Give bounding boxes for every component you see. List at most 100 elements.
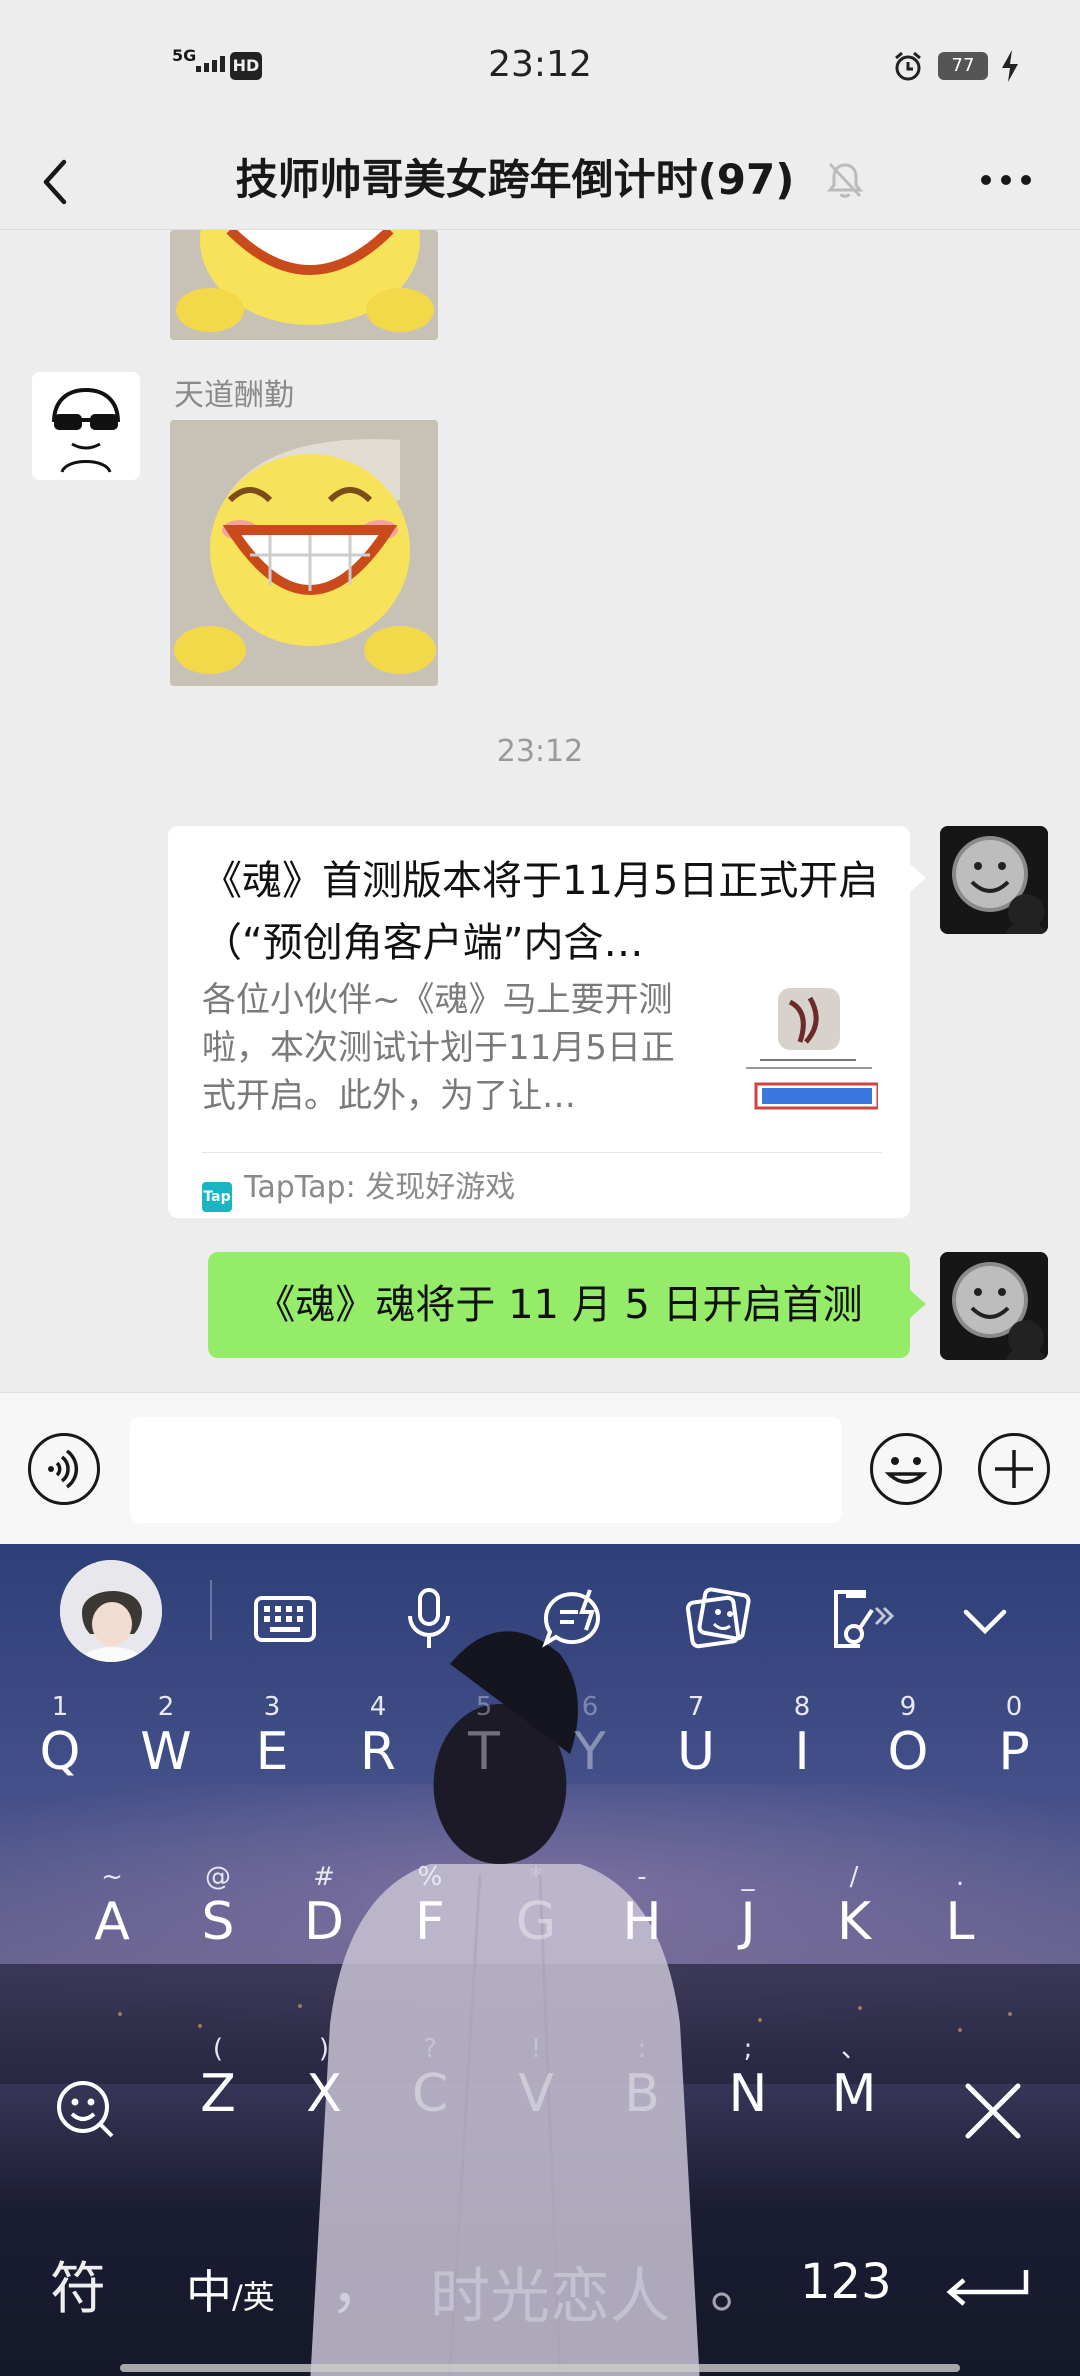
key-label: U bbox=[676, 1722, 716, 1782]
key-hint: _ bbox=[741, 1862, 755, 1892]
key-n[interactable]: ; N bbox=[698, 2034, 798, 2124]
clipboard-icon[interactable] bbox=[826, 1584, 896, 1654]
language-switch-key[interactable]: 中/英 bbox=[186, 2256, 275, 2322]
key-c[interactable]: ? C bbox=[380, 2034, 480, 2124]
key-label: E bbox=[255, 1722, 289, 1782]
link-card-thumb-label: 魂 bbox=[796, 996, 797, 997]
link-card-message[interactable]: 《魂》首测版本将于11月5日正式开启（“预创角客户端”内含… 各位小伙伴~《魂》… bbox=[168, 826, 926, 1218]
key-label: A bbox=[94, 1892, 130, 1952]
delete-key-icon[interactable] bbox=[958, 2076, 1028, 2146]
period-key[interactable]: 。 bbox=[710, 2238, 770, 2325]
key-hint: @ bbox=[205, 1862, 231, 1892]
input-bar bbox=[0, 1392, 1080, 1544]
smart-reply-icon[interactable] bbox=[538, 1584, 608, 1654]
enter-key-icon[interactable] bbox=[940, 2256, 1036, 2316]
key-label: Z bbox=[200, 2064, 236, 2124]
key-i[interactable]: 8I bbox=[752, 1692, 852, 1782]
key-b[interactable]: :B bbox=[592, 2034, 692, 2124]
key-label: W bbox=[140, 1722, 192, 1782]
chevron-down-icon[interactable] bbox=[950, 1584, 1020, 1654]
key-k[interactable]: / K bbox=[804, 1862, 904, 1952]
microphone-icon[interactable] bbox=[394, 1584, 464, 1654]
key-hint: ) bbox=[318, 2034, 330, 2064]
key-hint: . bbox=[955, 1862, 965, 1892]
key-q[interactable]: 1Q bbox=[10, 1692, 110, 1782]
key-label: O bbox=[887, 1722, 929, 1782]
key-g[interactable]: * G bbox=[486, 1862, 586, 1952]
chat-title: 技师帅哥美女跨年倒计时(97) bbox=[235, 155, 795, 204]
outgoing-text-message[interactable]: 《魂》魂将于 11 月 5 日开启首测 bbox=[208, 1252, 926, 1358]
sticker-message[interactable] bbox=[170, 420, 438, 686]
space-key[interactable]: 时光恋人 bbox=[410, 2248, 690, 2335]
my-avatar[interactable] bbox=[940, 826, 1048, 934]
my-avatar-2[interactable] bbox=[940, 1252, 1048, 1360]
number-key[interactable]: 123 bbox=[800, 2254, 892, 2310]
key-a[interactable]: ~ A bbox=[62, 1862, 162, 1952]
link-card-source-text: TapTap: 发现好游戏 bbox=[244, 1170, 516, 1205]
key-label: Y bbox=[574, 1722, 606, 1782]
status-bar: 5G HD 23:12 77 bbox=[0, 0, 1080, 130]
key-v[interactable]: ! V bbox=[486, 2034, 586, 2124]
key-hint: 1 bbox=[51, 1692, 69, 1722]
lang-en-label: /英 bbox=[232, 2278, 275, 2316]
key-hint: 0 bbox=[1005, 1692, 1023, 1722]
key-r[interactable]: 4R bbox=[328, 1692, 428, 1782]
key-j[interactable]: _ J bbox=[698, 1862, 798, 1952]
key-hint: 4 bbox=[369, 1692, 387, 1722]
key-label: F bbox=[415, 1892, 445, 1952]
symbols-key[interactable]: 符 bbox=[50, 2244, 106, 2325]
key-d[interactable]: # D bbox=[274, 1862, 374, 1952]
emoji-icon[interactable] bbox=[870, 1433, 942, 1505]
key-hint: 3 bbox=[263, 1692, 281, 1722]
key-u[interactable]: 7U bbox=[646, 1692, 746, 1782]
back-icon[interactable] bbox=[36, 158, 76, 206]
link-card-description: 各位小伙伴~《魂》马上要开测啦，本次测试计划于11月5日正式开启。此外，为了让… bbox=[202, 980, 675, 1116]
keyboard-skin-avatar[interactable] bbox=[60, 1560, 162, 1662]
plus-icon[interactable] bbox=[978, 1433, 1050, 1505]
key-e[interactable]: 3E bbox=[222, 1692, 322, 1782]
key-hint: 8 bbox=[793, 1692, 811, 1722]
key-label: R bbox=[359, 1722, 397, 1782]
charging-icon bbox=[1002, 50, 1018, 82]
more-options-icon[interactable] bbox=[978, 160, 1034, 200]
key-f[interactable]: % F bbox=[380, 1862, 480, 1952]
key-h[interactable]: -H bbox=[592, 1862, 692, 1952]
key-x[interactable]: ) X bbox=[274, 2034, 374, 2124]
key-hint: ; bbox=[743, 2034, 753, 2064]
key-label: P bbox=[998, 1722, 1030, 1782]
key-label: N bbox=[728, 2064, 768, 2124]
key-hint: 、 bbox=[840, 2034, 867, 2064]
comma-key[interactable]: ， bbox=[330, 2238, 390, 2325]
key-m[interactable]: 、 M bbox=[804, 2034, 904, 2124]
message-input[interactable] bbox=[130, 1417, 842, 1523]
key-hint: ( bbox=[212, 2034, 224, 2064]
key-hint: 6 bbox=[581, 1692, 599, 1722]
key-label: X bbox=[306, 2064, 342, 2124]
key-hint: 5 bbox=[475, 1692, 493, 1722]
sticker-message-partial[interactable] bbox=[170, 230, 438, 340]
home-indicator bbox=[120, 2364, 960, 2372]
keyboard-icon[interactable] bbox=[250, 1584, 320, 1654]
key-p[interactable]: 0P bbox=[964, 1692, 1064, 1782]
key-o[interactable]: 9O bbox=[858, 1692, 958, 1782]
key-w[interactable]: 2W bbox=[116, 1692, 216, 1782]
key-label: K bbox=[836, 1892, 872, 1952]
key-y[interactable]: 6Y bbox=[540, 1692, 640, 1782]
emoji-key-icon[interactable] bbox=[50, 2074, 120, 2144]
voice-input-icon[interactable] bbox=[28, 1433, 100, 1505]
key-hint: - bbox=[637, 1862, 647, 1892]
key-s[interactable]: @ S bbox=[168, 1862, 268, 1952]
key-label: M bbox=[831, 2064, 877, 2124]
key-label: J bbox=[740, 1892, 756, 1952]
key-label: C bbox=[411, 2064, 449, 2124]
alarm-icon bbox=[895, 51, 921, 81]
battery-icon: 77 bbox=[938, 52, 988, 80]
key-z[interactable]: (Z bbox=[168, 2034, 268, 2124]
sticker-icon[interactable] bbox=[682, 1584, 752, 1654]
key-label: I bbox=[794, 1722, 810, 1782]
key-t[interactable]: 5T bbox=[434, 1692, 534, 1782]
key-hint: ? bbox=[423, 2034, 437, 2064]
avatar[interactable] bbox=[32, 372, 140, 480]
key-label: G bbox=[515, 1892, 557, 1952]
key-l[interactable]: .L bbox=[910, 1862, 1010, 1952]
